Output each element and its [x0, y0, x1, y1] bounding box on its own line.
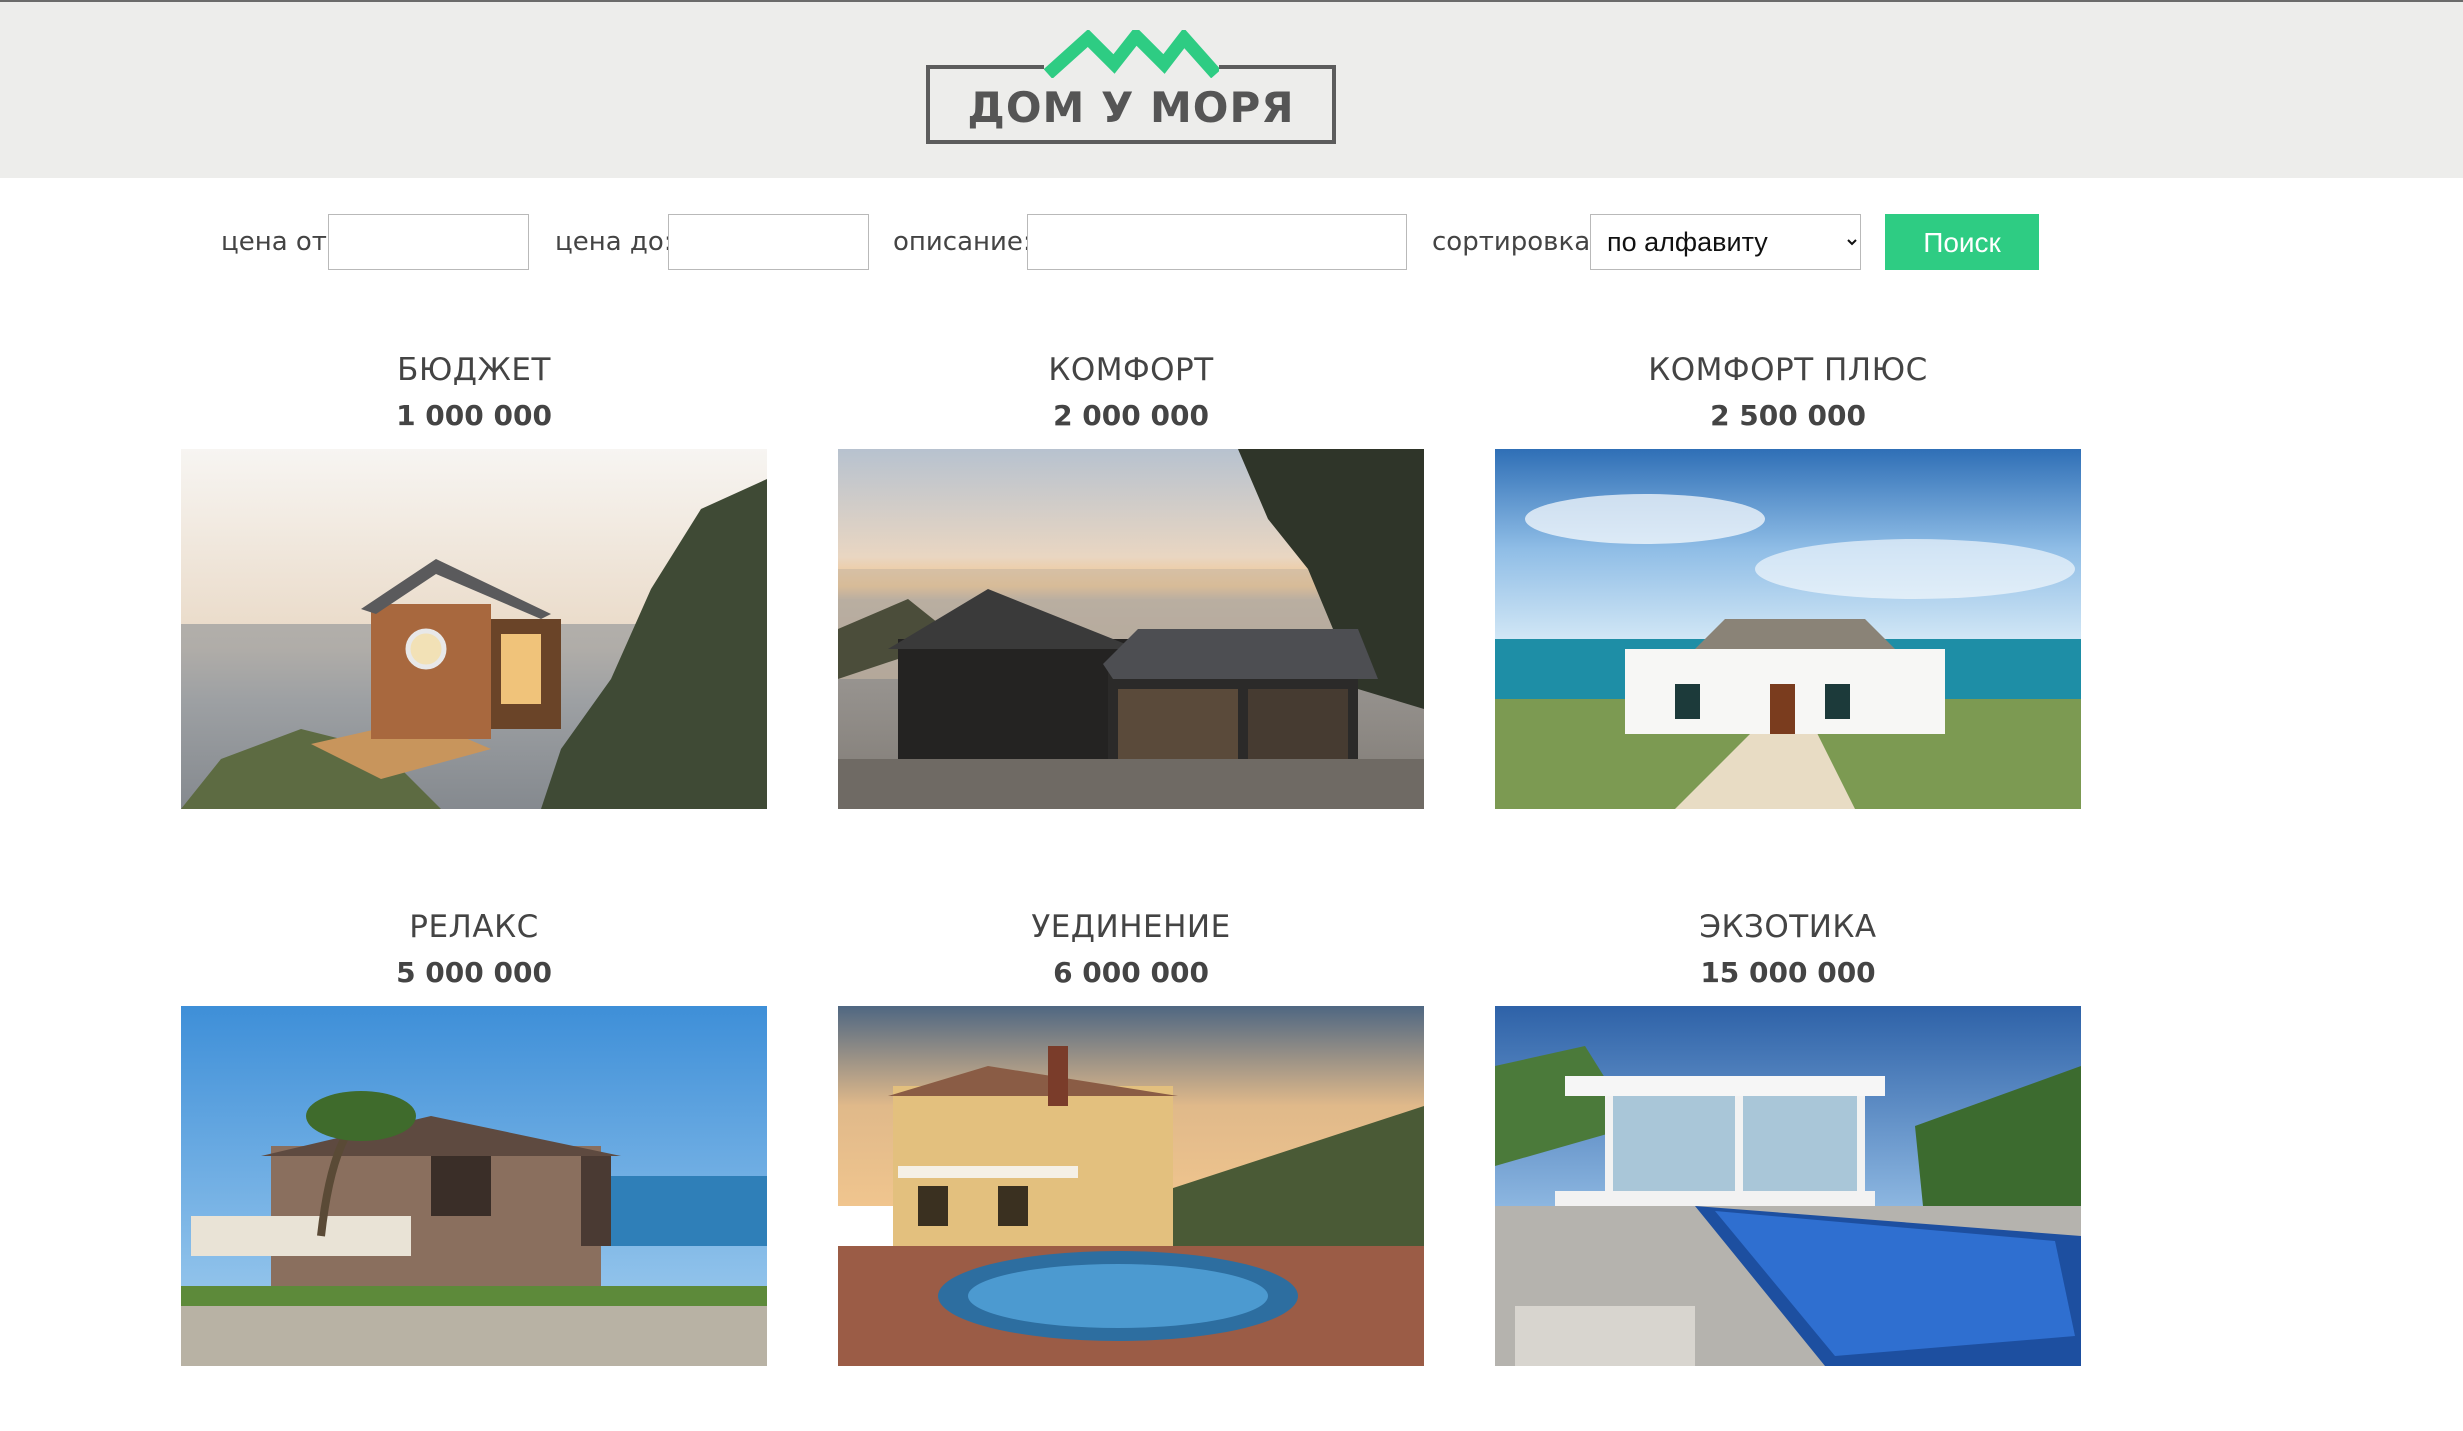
listing-card[interactable]: УЕДИНЕНИЕ 6 000 000: [838, 905, 1424, 1366]
listing-card[interactable]: ЭКЗОТИКА 15 000 000: [1495, 905, 2081, 1366]
listing-title[interactable]: РЕЛАКС: [181, 905, 767, 949]
listing-card[interactable]: РЕЛАКС 5 000 000: [181, 905, 767, 1366]
listing-photo[interactable]: [181, 1006, 767, 1366]
listing-price: 1 000 000: [396, 399, 552, 432]
sort-label: сортировка:: [1432, 227, 1599, 257]
listing-price: 2 500 000: [1710, 399, 1866, 432]
listing-price: 5 000 000: [396, 956, 552, 989]
listing-photo[interactable]: [838, 1006, 1424, 1366]
listing-title[interactable]: КОМФОРТ: [838, 348, 1424, 392]
listing-card[interactable]: КОМФОРТ ПЛЮС 2 500 000: [1495, 348, 2081, 809]
site-header: ДОМ У МОРЯ: [0, 0, 2463, 178]
listing-photo[interactable]: [1495, 1006, 2081, 1366]
price-to-input[interactable]: [668, 214, 869, 270]
search-button[interactable]: Поиск: [1885, 214, 2039, 270]
listing-title[interactable]: УЕДИНЕНИЕ: [838, 905, 1424, 949]
sort-select[interactable]: по алфавиту: [1590, 214, 1861, 270]
listing-photo[interactable]: [838, 449, 1424, 809]
price-from-input[interactable]: [328, 214, 529, 270]
listing-photo[interactable]: [181, 449, 767, 809]
listing-price: 2 000 000: [1053, 399, 1209, 432]
listing-card[interactable]: БЮДЖЕТ 1 000 000: [181, 348, 767, 809]
description-label: описание:: [893, 227, 1032, 257]
listing-title[interactable]: КОМФОРТ ПЛЮС: [1495, 348, 2081, 392]
logo-text: ДОМ У МОРЯ: [967, 83, 1295, 132]
listing-photo[interactable]: [1495, 449, 2081, 809]
listing-price: 15 000 000: [1700, 956, 1876, 989]
listing-title[interactable]: ЭКЗОТИКА: [1495, 905, 2081, 949]
listing-price: 6 000 000: [1053, 956, 1209, 989]
description-input[interactable]: [1027, 214, 1407, 270]
listing-title[interactable]: БЮДЖЕТ: [181, 348, 767, 392]
price-to-label: цена до:: [555, 227, 673, 257]
site-logo[interactable]: ДОМ У МОРЯ: [926, 26, 1336, 144]
listing-card[interactable]: КОМФОРТ 2 000 000: [838, 348, 1424, 809]
mountains-icon: [1043, 26, 1221, 79]
price-from-label: цена от:: [221, 227, 336, 257]
search-filters: цена от: цена до: описание: сортировка: …: [0, 214, 2463, 270]
